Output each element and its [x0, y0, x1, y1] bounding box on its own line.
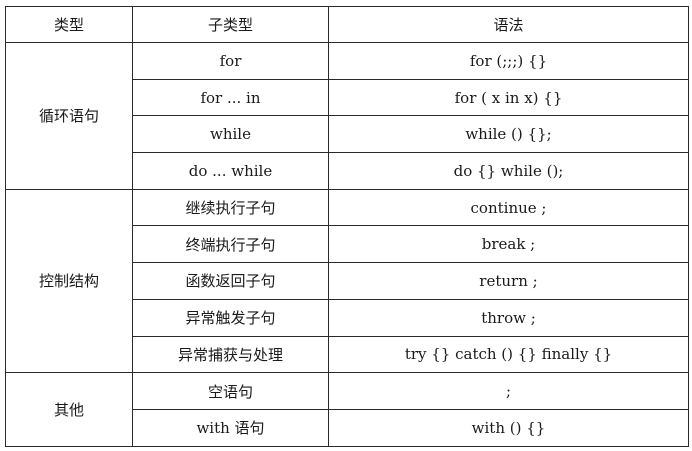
syntax-cell: break ;: [328, 225, 689, 264]
subtype-cell: while: [132, 115, 329, 154]
syntax-cell: return ;: [328, 262, 689, 300]
header-subtype: 子类型: [132, 6, 329, 43]
subtype-cell: 继续执行子句: [132, 188, 329, 227]
table-row: 循环语句 for for (;;;) {}: [5, 42, 689, 190]
group-label-other: 其他: [5, 372, 133, 447]
header-row: 类型 子类型 语法: [5, 6, 689, 43]
subtype-cell: for ... in: [132, 78, 329, 117]
table-row: 其他 空语句 ;: [5, 372, 689, 447]
syntax-cell: try {} catch () {} finally {}: [328, 335, 689, 374]
subtype-cell: 空语句: [132, 372, 329, 410]
group-label-control: 控制结构: [5, 188, 133, 374]
subtype-cell: do ... while: [132, 152, 329, 190]
subtype-cell: 异常触发子句: [132, 298, 329, 337]
table-row: 控制结构 继续执行子句 continue ;: [5, 188, 689, 374]
syntax-cell: for (;;;) {}: [328, 42, 689, 80]
subtype-cell: with 语句: [132, 408, 329, 447]
header-syntax: 语法: [328, 6, 689, 43]
syntax-cell: throw ;: [328, 298, 689, 337]
syntax-cell: with () {}: [328, 408, 689, 447]
subtype-cell: 终端执行子句: [132, 225, 329, 264]
subtype-cell: for: [132, 42, 329, 80]
syntax-table: 类型 子类型 语法 循环语句 for for (;;;) {} for ... …: [5, 6, 689, 447]
subtype-cell: 函数返回子句: [132, 262, 329, 300]
syntax-cell: while () {};: [328, 115, 689, 154]
subtype-cell: 异常捕获与处理: [132, 335, 329, 374]
syntax-cell: do {} while ();: [328, 152, 689, 190]
header-type: 类型: [5, 6, 133, 43]
syntax-cell: continue ;: [328, 188, 689, 227]
group-label-loop: 循环语句: [5, 42, 133, 190]
syntax-cell: for ( x in x) {}: [328, 78, 689, 117]
syntax-cell: ;: [328, 372, 689, 410]
